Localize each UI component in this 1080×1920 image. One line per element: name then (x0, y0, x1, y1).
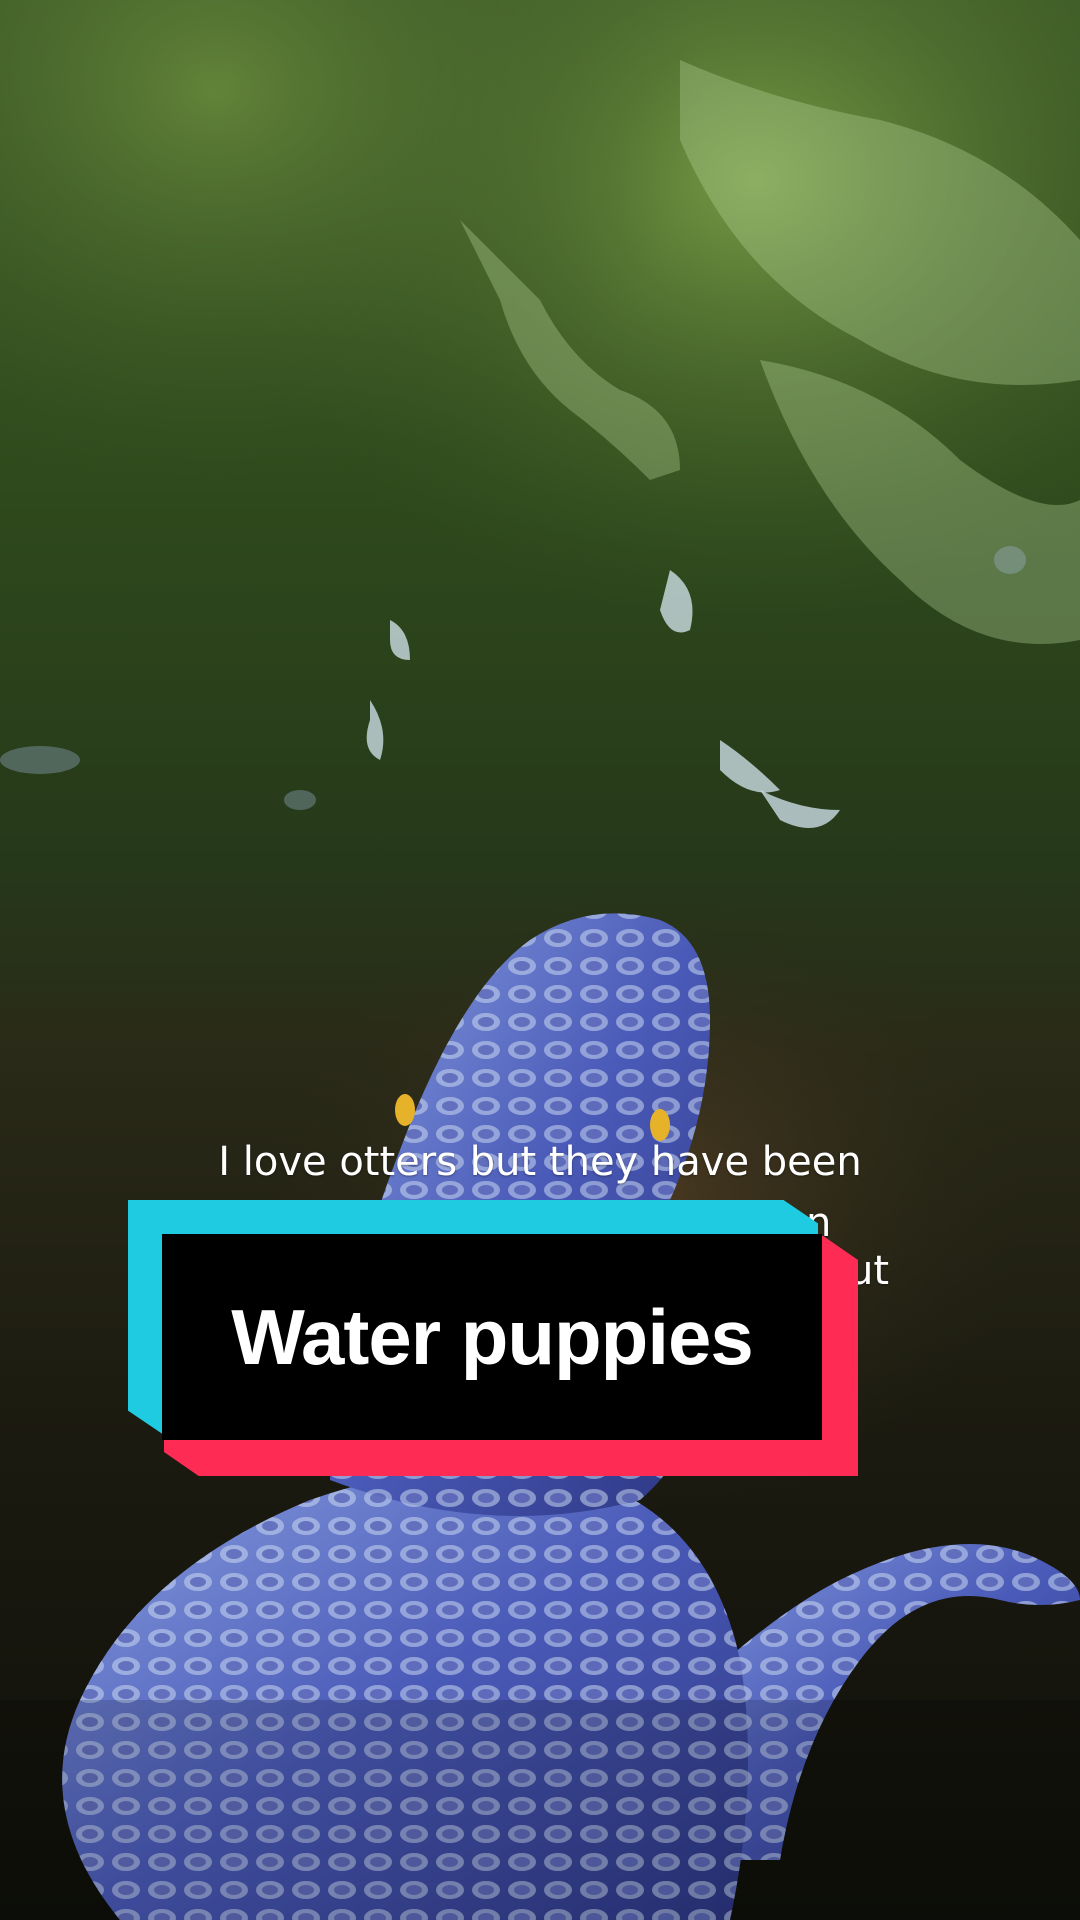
video-frame[interactable]: I love otters but they have been n ut Wa… (0, 0, 1080, 1920)
sticker-title-text: Water puppies (231, 1292, 754, 1381)
background-photo (0, 0, 1080, 1920)
caption-line-1: I love otters but they have been (218, 1139, 862, 1185)
title-sticker[interactable]: Water puppies (128, 1200, 858, 1478)
